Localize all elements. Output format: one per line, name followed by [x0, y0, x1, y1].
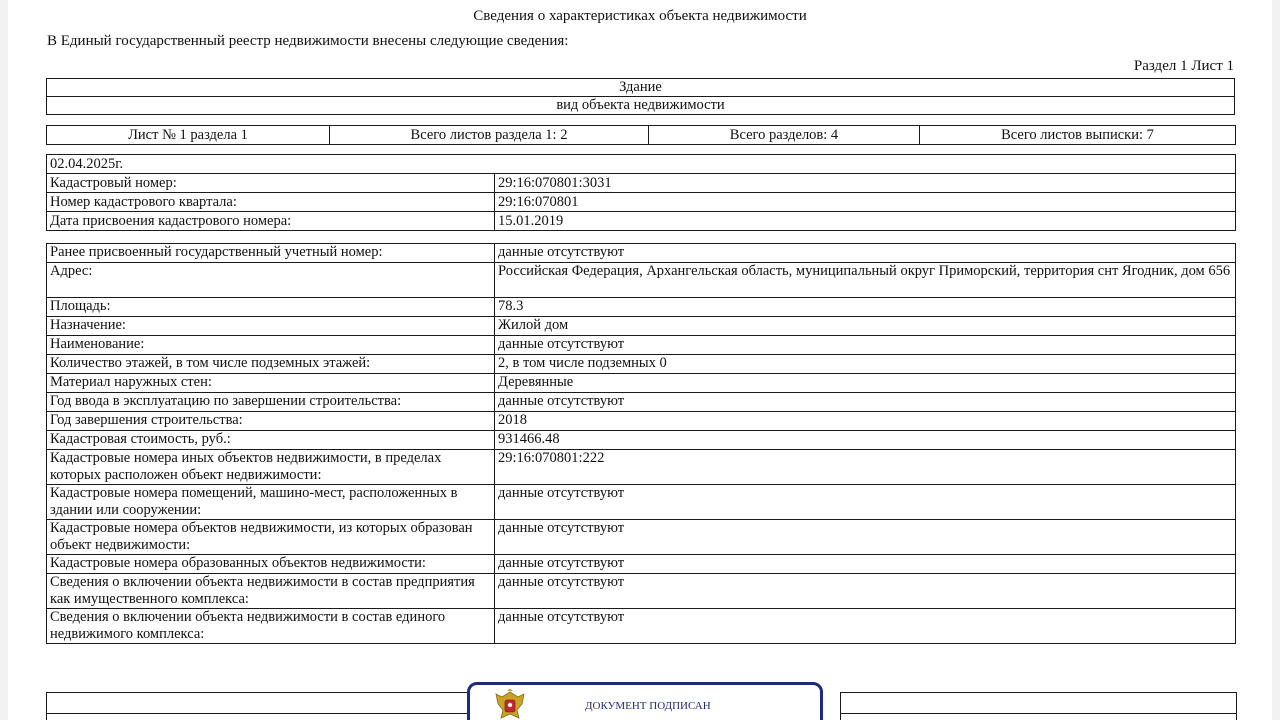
extract-sheets-total: Всего листов выписки: 7 — [919, 125, 1236, 145]
row-label: Назначение: — [46, 316, 495, 336]
row-value: данные отсутствуют — [494, 335, 1236, 355]
sheets-in-section: Всего листов раздела 1: 2 — [329, 125, 649, 145]
table-row: Сведения о включении объекта недвижимост… — [46, 573, 1236, 609]
table-row: Количество этажей, в том числе подземных… — [46, 354, 1236, 374]
row-label: Адрес: — [46, 262, 495, 298]
row-value: данные отсутствуют — [494, 392, 1236, 412]
row-value: данные отсутствуют — [494, 554, 1236, 574]
row-value: данные отсутствуют — [494, 608, 1236, 644]
row-label: Кадастровые номера помещений, машино-мес… — [46, 484, 495, 520]
extract-date: 02.04.2025г. — [46, 154, 1236, 174]
row-value: данные отсутствуют — [494, 573, 1236, 609]
object-kind-value: Здание — [46, 78, 1235, 97]
sheet-number: Лист № 1 раздела 1 — [46, 125, 330, 145]
row-value: данные отсутствуют — [494, 243, 1236, 263]
table-row: Кадастровый номер: 29:16:070801:3031 — [46, 173, 1236, 193]
row-value: Жилой дом — [494, 316, 1236, 336]
object-kind-caption: вид объекта недвижимости — [46, 96, 1235, 115]
table-row: Кадастровая стоимость, руб.: 931466.48 — [46, 430, 1236, 450]
row-label: Год ввода в эксплуатацию по завершении с… — [46, 392, 495, 412]
row-value: 2, в том числе подземных 0 — [494, 354, 1236, 374]
row-label: Кадастровые номера образованных объектов… — [46, 554, 495, 574]
row-label: Материал наружных стен: — [46, 373, 495, 393]
row-label: Год завершения строительства: — [46, 411, 495, 431]
table-row: Ранее присвоенный государственный учетны… — [46, 243, 1236, 263]
row-value: 29:16:070801:222 — [494, 449, 1236, 485]
row-label: Сведения о включении объекта недвижимост… — [46, 573, 495, 609]
sections-total: Всего разделов: 4 — [648, 125, 920, 145]
row-label: Ранее присвоенный государственный учетны… — [46, 243, 495, 263]
row-label: Количество этажей, в том числе подземных… — [46, 354, 495, 374]
table-row: Год ввода в эксплуатацию по завершении с… — [46, 392, 1236, 412]
row-value: данные отсутствуют — [494, 519, 1236, 555]
row-value: 2018 — [494, 411, 1236, 431]
coat-of-arms-icon — [495, 688, 525, 719]
table-row: Материал наружных стен: Деревянные — [46, 373, 1236, 393]
object-kind-table: Здание вид объекта недвижимости — [46, 78, 1235, 115]
table-row: Кадастровые номера иных объектов недвижи… — [46, 449, 1236, 485]
row-label: Наименование: — [46, 335, 495, 355]
row-label: Кадастровые номера иных объектов недвижи… — [46, 449, 495, 485]
row-label: Дата присвоения кадастрового номера: — [46, 211, 495, 231]
row-value: данные отсутствуют — [494, 484, 1236, 520]
document-intro: В Единый государственный реестр недвижим… — [47, 33, 569, 49]
sheets-table: Лист № 1 раздела 1 Всего листов раздела … — [46, 125, 1236, 145]
table-row: Назначение: Жилой дом — [46, 316, 1236, 336]
row-label: Кадастровая стоимость, руб.: — [46, 430, 495, 450]
table-row: Наименование: данные отсутствуют — [46, 335, 1236, 355]
row-value: 78.3 — [494, 297, 1236, 317]
row-value: 15.01.2019 — [494, 211, 1236, 231]
table-row: Дата присвоения кадастрового номера: 15.… — [46, 211, 1236, 231]
signature-table-right — [840, 692, 1237, 720]
row-value: Российская Федерация, Архангельская обла… — [494, 262, 1236, 298]
signature-table-left — [46, 692, 467, 720]
row-label: Кадастровые номера объектов недвижимости… — [46, 519, 495, 555]
table-row: Номер кадастрового квартала: 29:16:07080… — [46, 192, 1236, 212]
row-value: 29:16:070801 — [494, 192, 1236, 212]
table-row: Кадастровые номера образованных объектов… — [46, 554, 1236, 574]
stamp-label: ДОКУМЕНТ ПОДПИСАН — [585, 700, 711, 712]
row-value: 29:16:070801:3031 — [494, 173, 1236, 193]
document-page: Сведения о характеристиках объекта недви… — [8, 0, 1272, 720]
signature-stamp: ДОКУМЕНТ ПОДПИСАН — [467, 682, 823, 720]
table-row: Сведения о включении объекта недвижимост… — [46, 608, 1236, 644]
document-title: Сведения о характеристиках объекта недви… — [473, 8, 807, 24]
table-row: Кадастровые номера помещений, машино-мес… — [46, 484, 1236, 520]
section-reference: Раздел 1 Лист 1 — [1133, 58, 1234, 74]
table-row: Площадь: 78.3 — [46, 297, 1236, 317]
row-label: Номер кадастрового квартала: — [46, 192, 495, 212]
row-label: Площадь: — [46, 297, 495, 317]
identification-table: 02.04.2025г. Кадастровый номер: 29:16:07… — [46, 154, 1236, 231]
table-row: Год завершения строительства: 2018 — [46, 411, 1236, 431]
table-row: Кадастровые номера объектов недвижимости… — [46, 519, 1236, 555]
row-value: Деревянные — [494, 373, 1236, 393]
row-label: Кадастровый номер: — [46, 173, 495, 193]
table-row: Адрес: Российская Федерация, Архангельск… — [46, 262, 1236, 298]
row-label: Сведения о включении объекта недвижимост… — [46, 608, 495, 644]
characteristics-table: Ранее присвоенный государственный учетны… — [46, 243, 1236, 644]
row-value: 931466.48 — [494, 430, 1236, 450]
